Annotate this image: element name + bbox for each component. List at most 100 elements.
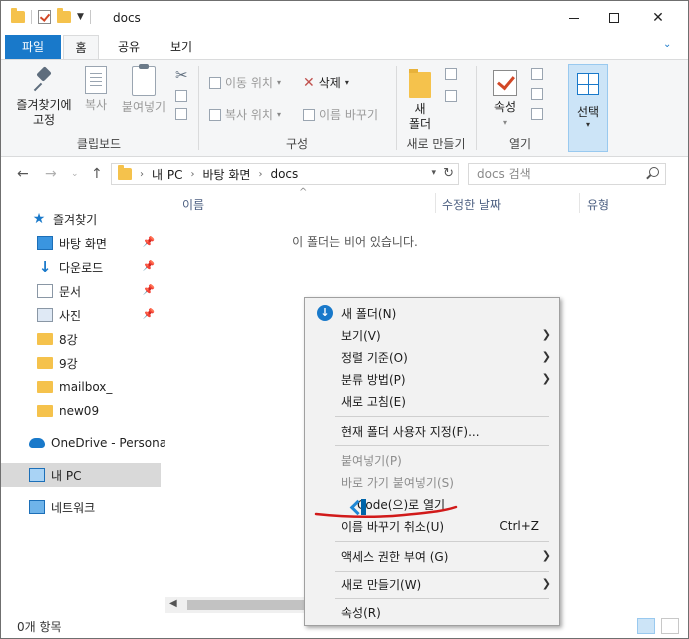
up-arrow-icon[interactable]: ↑ bbox=[91, 166, 103, 182]
organize-group-label: 구성 bbox=[285, 137, 309, 151]
select-button[interactable]: 선택 ▾ bbox=[568, 64, 608, 152]
pin-icon: 📌 bbox=[142, 237, 155, 248]
nav-label: 다운로드 bbox=[59, 260, 104, 275]
copy-path-icon[interactable] bbox=[175, 90, 188, 102]
column-divider[interactable] bbox=[435, 193, 436, 213]
breadcrumb-docs[interactable]: docs bbox=[270, 167, 298, 181]
pin-to-quick-access-button[interactable]: 즐겨찾기에 고정 bbox=[9, 66, 79, 128]
nav-item-mailbox[interactable]: mailbox_ bbox=[1, 375, 161, 399]
menu-separator bbox=[335, 416, 549, 417]
menu-item-paste-shortcut[interactable]: 바로 가기 붙여넣기(S) bbox=[307, 471, 557, 493]
horizontal-scrollbar[interactable]: ◀ bbox=[165, 597, 305, 613]
chevron-right-icon: › bbox=[190, 168, 195, 180]
copy-to-button[interactable]: 복사 위치 ▾ bbox=[209, 106, 281, 123]
scrollbar-thumb[interactable] bbox=[187, 600, 305, 610]
customize-toolbar-chevron-icon[interactable]: ▼ bbox=[77, 12, 84, 22]
easy-access-icon[interactable] bbox=[445, 90, 457, 102]
copy-to-label: 복사 위치 bbox=[225, 108, 273, 122]
edit-icon[interactable] bbox=[531, 88, 543, 100]
select-label: 선택 bbox=[576, 105, 600, 119]
menu-item-new[interactable]: 새로 만들기(W) ❯ bbox=[307, 573, 557, 595]
refresh-icon[interactable]: ↻ bbox=[443, 166, 454, 181]
details-view-icon[interactable] bbox=[637, 618, 655, 634]
history-icon[interactable] bbox=[531, 108, 543, 120]
large-icons-view-icon[interactable] bbox=[661, 618, 679, 634]
menu-item-give-access[interactable]: 액세스 권한 부여 (G) ❯ bbox=[307, 545, 557, 567]
nav-item-new09[interactable]: new09 bbox=[1, 399, 161, 423]
new-folder-label-line1: 새 bbox=[414, 102, 426, 116]
new-item-icon[interactable] bbox=[445, 68, 457, 80]
nav-item-documents[interactable]: 문서 📌 bbox=[1, 279, 161, 303]
cut-icon[interactable]: ✂ bbox=[175, 66, 188, 84]
nav-this-pc[interactable]: 내 PC bbox=[1, 463, 161, 487]
menu-item-properties[interactable]: 속성(R) bbox=[307, 601, 557, 623]
download-icon: ↓ bbox=[38, 258, 52, 276]
close-button[interactable]: ✕ bbox=[635, 1, 681, 35]
properties-icon[interactable] bbox=[38, 10, 51, 24]
menu-label: 분류 방법(P) bbox=[341, 372, 406, 387]
menu-item-refresh[interactable]: 새로 고침(E) bbox=[307, 390, 557, 412]
maximize-icon bbox=[609, 13, 619, 23]
new-folder-icon[interactable] bbox=[57, 8, 71, 23]
computer-icon bbox=[29, 468, 45, 482]
nav-onedrive[interactable]: OneDrive - Personal bbox=[1, 431, 170, 455]
column-header-type[interactable]: 유형 bbox=[587, 196, 609, 213]
nav-quick-access[interactable]: ★ 즐겨찾기 bbox=[1, 207, 161, 231]
menu-item-new-folder[interactable]: ↓ 새 폴더(N) bbox=[307, 302, 557, 324]
tab-file[interactable]: 파일 bbox=[5, 35, 61, 59]
column-divider[interactable] bbox=[579, 193, 580, 213]
paste-button[interactable]: 붙여넣기 bbox=[117, 64, 171, 115]
toolbar-divider bbox=[89, 10, 91, 24]
menu-item-sort-by[interactable]: 정렬 기준(O) ❯ bbox=[307, 346, 557, 368]
search-icon bbox=[649, 167, 659, 177]
menu-item-undo-rename[interactable]: 이름 바꾸기 취소(U) Ctrl+Z bbox=[307, 515, 557, 537]
menu-label: 보기(V) bbox=[341, 328, 381, 343]
ribbon-collapse-chevron-icon[interactable]: ⌄ bbox=[663, 39, 679, 55]
delete-button[interactable]: ✕ 삭제 ▾ bbox=[303, 74, 349, 91]
chevron-right-icon: › bbox=[258, 168, 263, 180]
back-arrow-icon[interactable]: ← bbox=[17, 166, 29, 182]
ribbon-tabs: 파일 홈 공유 보기 ⌄ bbox=[1, 35, 688, 59]
nav-label: OneDrive - Personal bbox=[51, 436, 171, 450]
paste-shortcut-icon[interactable] bbox=[175, 108, 188, 120]
menu-label: Code(으)로 열기 bbox=[357, 497, 446, 512]
move-to-button[interactable]: 이동 위치 ▾ bbox=[209, 74, 281, 91]
menu-label: 붙여넣기(P) bbox=[341, 453, 402, 468]
tab-home[interactable]: 홈 bbox=[63, 35, 99, 59]
nav-item-desktop[interactable]: 바탕 화면 📌 bbox=[1, 231, 161, 255]
minimize-icon bbox=[569, 17, 579, 19]
tab-view[interactable]: 보기 bbox=[161, 35, 201, 59]
copy-to-icon bbox=[209, 108, 221, 121]
nav-item-pictures[interactable]: 사진 📌 bbox=[1, 303, 161, 327]
clipboard-small-buttons: ✂ bbox=[175, 66, 188, 120]
nav-item-8gang[interactable]: 8강 bbox=[1, 327, 161, 351]
scroll-left-icon[interactable]: ◀ bbox=[169, 598, 177, 609]
pin-icon: 📌 bbox=[142, 309, 155, 320]
menu-item-group-by[interactable]: 분류 방법(P) ❯ bbox=[307, 368, 557, 390]
menu-item-paste[interactable]: 붙여넣기(P) bbox=[307, 449, 557, 471]
open-icon[interactable] bbox=[531, 68, 543, 80]
copy-button[interactable]: 복사 bbox=[79, 66, 113, 113]
new-folder-button[interactable]: 새 폴더 bbox=[403, 66, 437, 132]
menu-item-view[interactable]: 보기(V) ❯ bbox=[307, 324, 557, 346]
search-input[interactable]: docs 검색 bbox=[468, 163, 666, 185]
address-history-chevron-icon[interactable]: ▾ bbox=[431, 168, 436, 178]
breadcrumb-desktop[interactable]: 바탕 화면 bbox=[202, 166, 250, 183]
rename-button[interactable]: 이름 바꾸기 bbox=[303, 106, 378, 123]
breadcrumb-this-pc[interactable]: 내 PC bbox=[152, 166, 182, 183]
forward-arrow-icon[interactable]: → bbox=[45, 166, 57, 182]
menu-item-customize[interactable]: 현재 폴더 사용자 지정(F)... bbox=[307, 420, 557, 442]
maximize-button[interactable] bbox=[591, 1, 637, 35]
nav-item-downloads[interactable]: ↓ 다운로드 📌 bbox=[1, 255, 161, 279]
menu-label: 새로 고침(E) bbox=[341, 394, 406, 409]
column-header-modified[interactable]: 수정한 날짜 bbox=[442, 196, 501, 213]
properties-button[interactable]: 속성 ▾ bbox=[485, 66, 525, 130]
nav-item-9gang[interactable]: 9강 bbox=[1, 351, 161, 375]
address-bar[interactable]: › 내 PC › 바탕 화면 › docs ▾ ↻ bbox=[111, 163, 459, 185]
tab-share[interactable]: 공유 bbox=[109, 35, 149, 59]
nav-label: 8강 bbox=[59, 332, 78, 347]
menu-item-open-with-code[interactable]: Code(으)로 열기 bbox=[307, 493, 557, 515]
nav-network[interactable]: 네트워크 bbox=[1, 495, 161, 519]
recent-locations-chevron-icon[interactable]: ⌄ bbox=[71, 169, 79, 179]
column-header-name[interactable]: 이름 bbox=[182, 196, 204, 213]
